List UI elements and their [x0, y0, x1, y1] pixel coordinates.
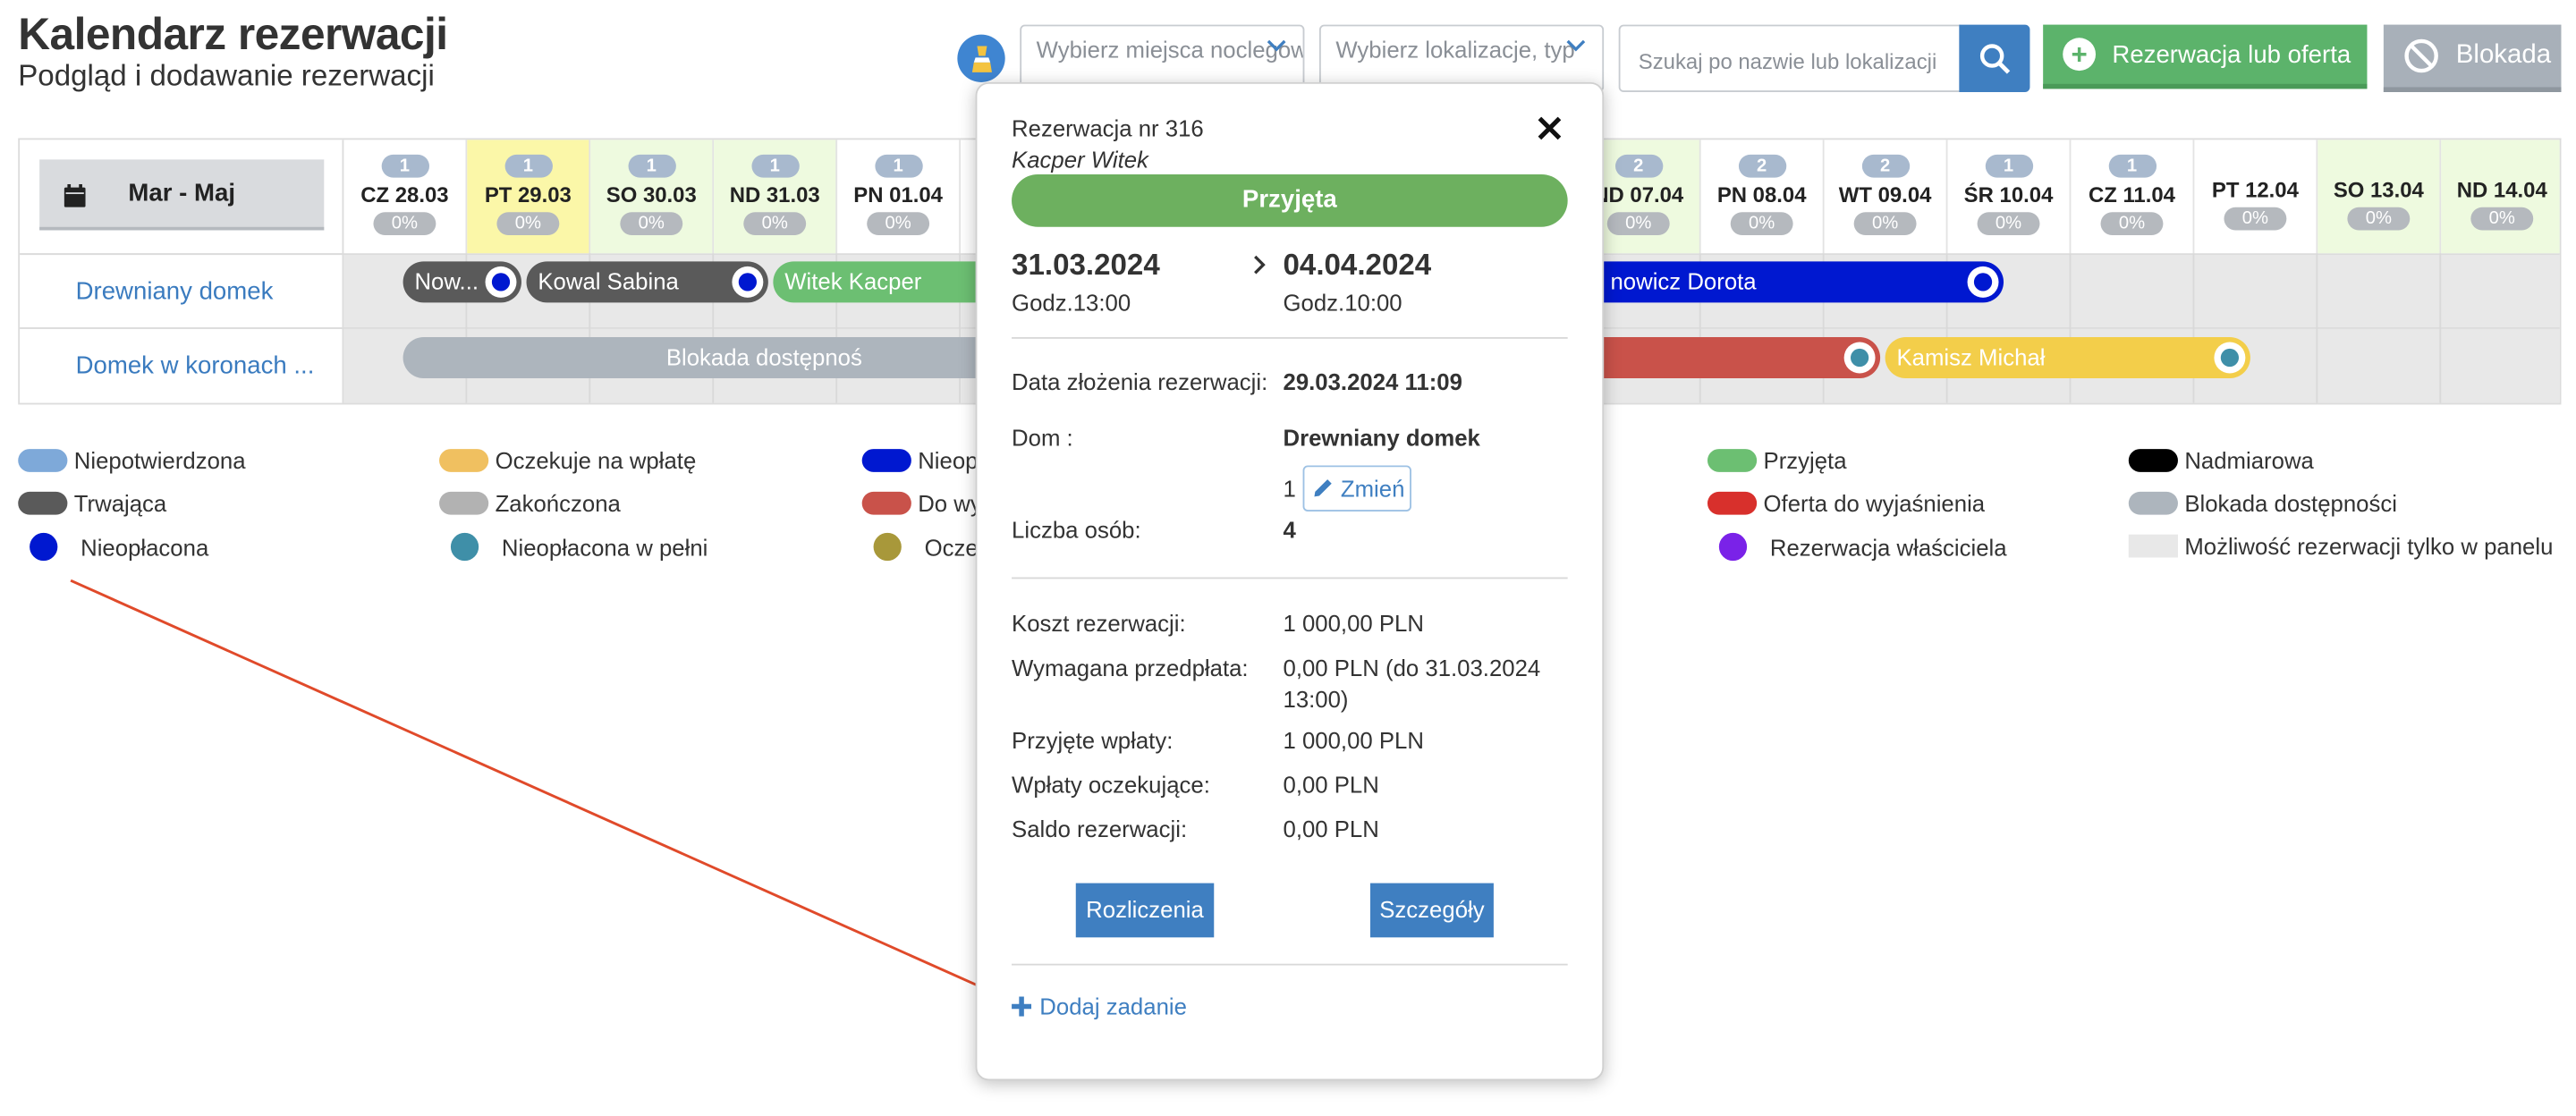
cost-label: Koszt rezerwacji:: [1012, 610, 1186, 637]
balance-label: Saldo rezerwacji:: [1012, 816, 1188, 842]
divider: [1012, 337, 1568, 339]
reservation-popup: Rezerwacja nr 316 Kacper Witek Przyjęta …: [975, 81, 1605, 1081]
cost-value: 1 000,00 PLN: [1283, 610, 1424, 637]
plus-icon: [1012, 996, 1032, 1017]
received-value: 1 000,00 PLN: [1283, 726, 1424, 754]
submitted-label: Data złożenia rezerwacji:: [1012, 368, 1268, 395]
submitted-value: 29.03.2024 11:09: [1283, 368, 1462, 395]
time-to: Godz.10:00: [1283, 289, 1402, 317]
pencil-icon: [1314, 479, 1332, 497]
prepay-value-line2: 13:00): [1283, 685, 1349, 713]
guest-name: Kacper Witek: [1012, 146, 1148, 173]
date-to: 04.04.2024: [1283, 248, 1432, 282]
unit-value: 1: [1283, 475, 1296, 502]
balance-value: 0,00 PLN: [1283, 816, 1379, 842]
status-badge: Przyjęta: [1012, 173, 1568, 227]
add-task-link[interactable]: Dodaj zadanie: [1012, 993, 1187, 1019]
persons-label: Liczba osób:: [1012, 516, 1141, 543]
house-label: Dom :: [1012, 424, 1073, 451]
close-icon[interactable]: [1538, 116, 1562, 140]
prepay-value-line1: 0,00 PLN (do 31.03.2024: [1283, 654, 1541, 681]
pending-label: Wpłaty oczekujące:: [1012, 771, 1210, 798]
prepay-label: Wymagana przedpłata:: [1012, 654, 1249, 681]
details-button[interactable]: Szczegóły: [1369, 883, 1494, 938]
change-unit-label: Zmień: [1340, 475, 1405, 502]
pending-value: 0,00 PLN: [1283, 771, 1379, 798]
change-unit-button[interactable]: Zmień: [1302, 465, 1411, 512]
persons-value: 4: [1283, 516, 1296, 543]
time-from: Godz.13:00: [1012, 289, 1131, 317]
divider: [1012, 963, 1568, 966]
add-task-label: Dodaj zadanie: [1039, 993, 1187, 1020]
chevron-right-icon: [1254, 255, 1266, 275]
reservation-number: Rezerwacja nr 316: [1012, 114, 1204, 142]
settlements-button[interactable]: Rozliczenia: [1075, 883, 1215, 938]
house-value: Drewniany domek: [1283, 424, 1480, 451]
date-from: 31.03.2024: [1012, 248, 1160, 282]
divider: [1012, 577, 1568, 579]
received-label: Przyjęte wpłaty:: [1012, 726, 1174, 754]
